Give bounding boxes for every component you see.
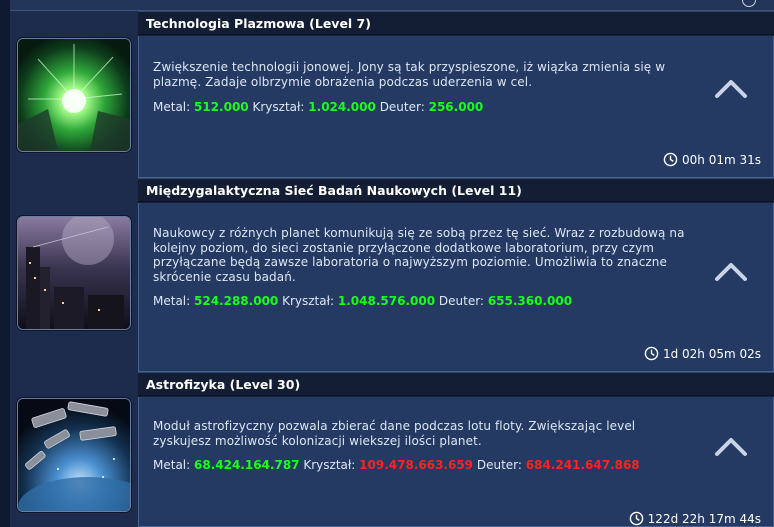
crystal-label: Kryształ:: [252, 100, 305, 114]
chevron-up-icon[interactable]: [713, 259, 749, 283]
entry-body: Moduł astrofizyczny pozwala zbierać dane…: [138, 397, 774, 527]
research-list: Technologia Plazmowa (Level 7) Zwiększen…: [0, 0, 774, 527]
research-entry-network: Międzygalaktyczna Sieć Badań Naukowych (…: [10, 178, 774, 372]
research-entry-astrophysics: Astrofizyka (Level 30) Moduł astrofizycz…: [10, 372, 774, 527]
clock-icon: [644, 346, 659, 361]
entry-description: Zwiększenie technologii jonowej. Jony są…: [153, 60, 666, 89]
entry-description: Moduł astrofizyczny pozwala zbierać dane…: [153, 419, 636, 448]
deuterium-label: Deuter:: [476, 458, 522, 472]
metal-value: 524.288.000: [194, 294, 279, 308]
timer-text: 00h 01m 31s: [682, 152, 761, 167]
deuterium-label: Deuter:: [379, 100, 425, 114]
crystal-value: 1.024.000: [308, 100, 376, 114]
chevron-up-icon[interactable]: [713, 434, 749, 458]
deuterium-label: Deuter:: [438, 294, 484, 308]
entry-title: Międzygalaktyczna Sieć Badań Naukowych (…: [138, 178, 774, 202]
metal-label: Metal:: [153, 294, 191, 308]
research-network-image[interactable]: [17, 216, 131, 330]
clock-icon: [742, 0, 756, 7]
metal-value: 68.424.164.787: [194, 458, 300, 472]
clock-icon: [629, 511, 643, 526]
entry-body: Naukowcy z różnych planet komunikują się…: [138, 203, 774, 372]
crystal-label: Kryształ:: [282, 294, 335, 308]
astrophysics-image[interactable]: [17, 398, 131, 512]
plasma-technology-image[interactable]: [17, 38, 131, 152]
entry-body: Zwiększenie technologii jonowej. Jony są…: [138, 36, 774, 178]
entry-description: Naukowcy z różnych planet komunikują się…: [153, 226, 685, 284]
thumbnail-column: [10, 11, 139, 178]
thumbnail-column: [10, 372, 139, 527]
thumbnail-column: [10, 178, 139, 372]
entry-title: Astrofizyka (Level 30): [138, 372, 774, 396]
deuterium-value: 684.241.647.868: [525, 458, 640, 472]
research-entry-plasma: Technologia Plazmowa (Level 7) Zwiększen…: [10, 11, 774, 178]
crystal-label: Kryształ:: [303, 458, 356, 472]
entry-costs: Metal: 524.288.000 Kryształ: 1.048.576.0…: [153, 294, 572, 308]
entry-title: Technologia Plazmowa (Level 7): [138, 11, 774, 35]
crystal-value: 1.048.576.000: [337, 294, 436, 308]
research-timer: 00h 01m 31s: [663, 152, 761, 167]
entry-costs: Metal: 512.000 Kryształ: 1.024.000 Deute…: [153, 100, 483, 114]
metal-value: 512.000: [194, 100, 249, 114]
timer-text: 1d 02h 05m 02s: [662, 346, 761, 361]
deuterium-value: 256.000: [428, 100, 484, 114]
entry-costs: Metal: 68.424.164.787 Kryształ: 109.478.…: [153, 458, 640, 472]
metal-label: Metal:: [153, 458, 191, 472]
metal-label: Metal:: [153, 100, 191, 114]
timer-text: 122d 22h 17m 44s: [647, 511, 761, 526]
research-timer: 122d 22h 17m 44s: [629, 511, 761, 526]
research-timer: 1d 02h 05m 02s: [644, 346, 761, 361]
clock-icon: [663, 152, 678, 167]
crystal-value: 109.478.663.659: [359, 458, 474, 472]
deuterium-value: 655.360.000: [487, 294, 573, 308]
chevron-up-icon[interactable]: [713, 76, 749, 100]
previous-entry-edge: [10, 0, 774, 11]
